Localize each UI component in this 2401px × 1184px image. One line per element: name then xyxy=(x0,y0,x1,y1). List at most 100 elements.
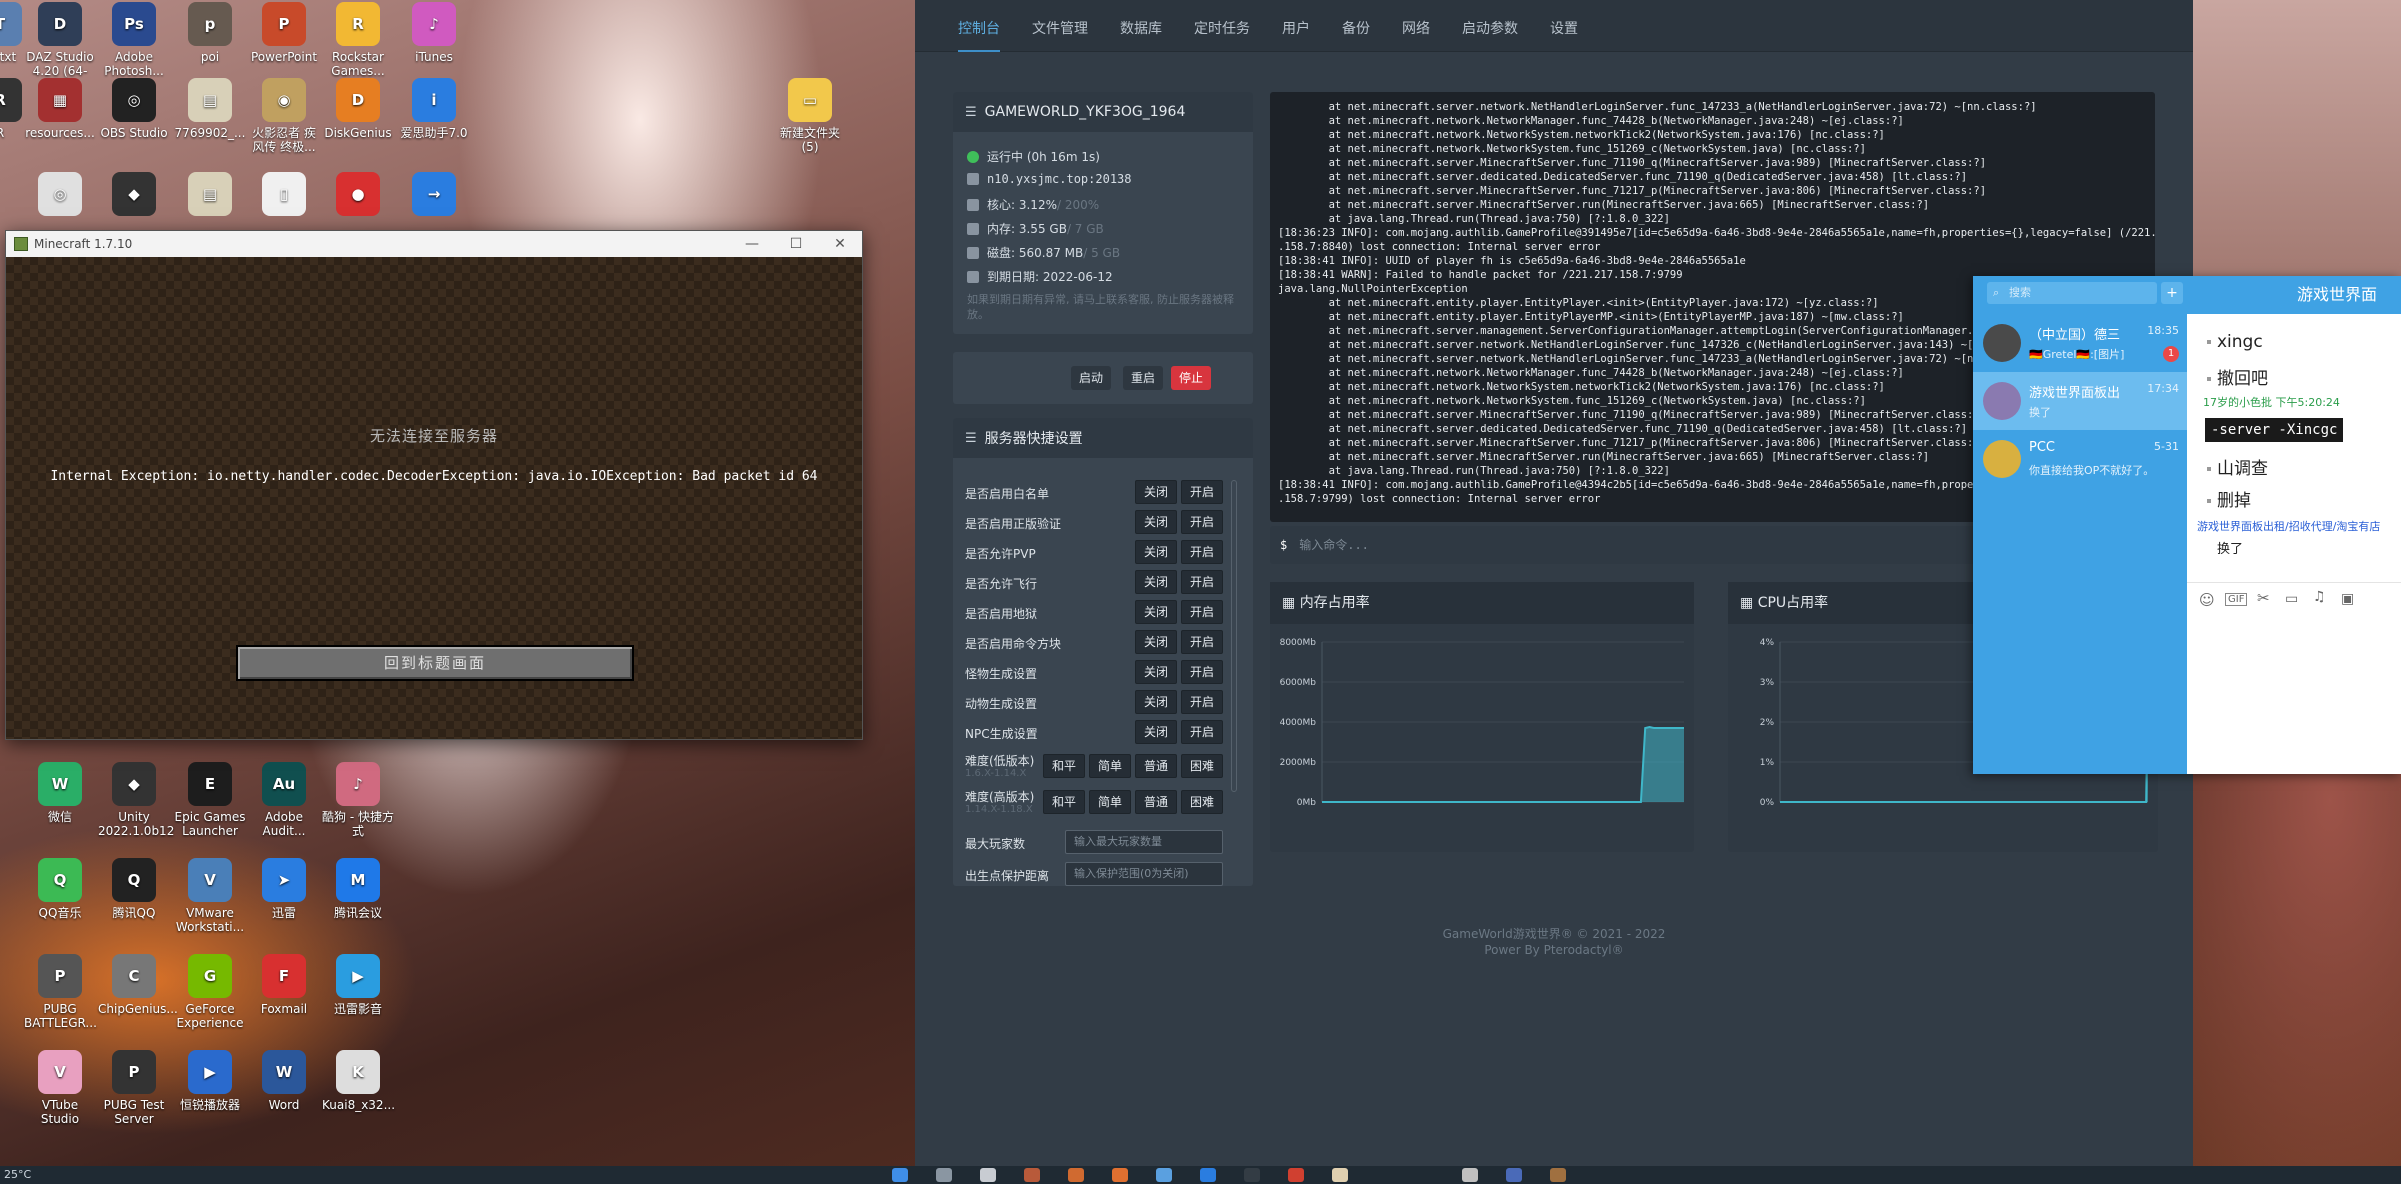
setting-off-button[interactable]: 关闭 xyxy=(1135,570,1177,594)
setting-on-button[interactable]: 开启 xyxy=(1181,540,1223,564)
desktop-icon[interactable]: ◉ 火影忍者 疾风传 终极... xyxy=(248,78,320,154)
setting-off-button[interactable]: 关闭 xyxy=(1135,690,1177,714)
desktop-icon[interactable]: ◆ xyxy=(98,172,170,220)
taskbar-app-icon[interactable] xyxy=(1112,1168,1128,1182)
desktop-icon[interactable]: Au Adobe Audit... xyxy=(248,762,320,838)
desktop-icon[interactable]: P PUBG BATTLEGR... xyxy=(24,954,97,1030)
start-button[interactable]: 启动 xyxy=(1071,366,1112,390)
maximize-icon[interactable]: ☐ xyxy=(774,231,818,257)
desktop-icon[interactable]: W Word xyxy=(248,1050,320,1112)
taskbar-app-icon[interactable] xyxy=(1506,1168,1522,1182)
desktop-icon[interactable]: → xyxy=(398,172,470,220)
taskbar-app-icon[interactable] xyxy=(1550,1168,1566,1182)
desktop-icon[interactable]: p poi xyxy=(174,2,246,64)
desktop-icon[interactable]: R Rockstar Games... xyxy=(322,2,394,78)
desktop-icon[interactable]: ◎ OBS Studio xyxy=(98,78,170,140)
start-icon[interactable] xyxy=(892,1168,908,1182)
taskbar-app-icon[interactable] xyxy=(1068,1168,1084,1182)
back-to-title-button[interactable]: 回到标题画面 xyxy=(236,645,634,681)
desktop-icon[interactable]: Q QQ音乐 xyxy=(24,858,96,920)
taskbar-app-icon[interactable] xyxy=(1462,1168,1478,1182)
gif-icon[interactable]: GIF xyxy=(2225,593,2248,606)
setting-on-button[interactable]: 开启 xyxy=(1181,570,1223,594)
minimize-icon[interactable]: — xyxy=(730,231,774,257)
setting-off-button[interactable]: 关闭 xyxy=(1135,480,1177,504)
difficulty-option-button[interactable]: 简单 xyxy=(1089,790,1131,814)
music-icon[interactable]: ♫ xyxy=(2313,589,2326,605)
difficulty-option-button[interactable]: 普通 xyxy=(1135,790,1177,814)
desktop-icon[interactable]: F Foxmail xyxy=(248,954,320,1016)
desktop-icon[interactable]: ▦ resources... xyxy=(24,78,96,140)
desktop-icon[interactable]: i 爱思助手7.0 xyxy=(398,78,470,140)
setting-off-button[interactable]: 关闭 xyxy=(1135,510,1177,534)
desktop-icon[interactable]: ▤ 7769902_... xyxy=(174,78,246,140)
taskbar-app-icon[interactable] xyxy=(1024,1168,1040,1182)
desktop-icon[interactable]: ▤ xyxy=(174,172,246,220)
desktop-icon[interactable]: D DiskGenius xyxy=(322,78,394,140)
desktop-icon[interactable]: G GeForce Experience xyxy=(174,954,246,1030)
desktop-icon[interactable]: W 微信 xyxy=(24,762,96,824)
nav-tab[interactable]: 备份 xyxy=(1342,0,1370,52)
desktop-icon[interactable]: ♪ 酷狗 - 快捷方式 xyxy=(322,762,394,838)
nav-tab[interactable]: 控制台 xyxy=(958,0,1000,52)
desktop-icon[interactable]: P PUBG Test Server xyxy=(98,1050,170,1126)
setting-on-button[interactable]: 开启 xyxy=(1181,630,1223,654)
desktop-icon[interactable]: ● xyxy=(322,172,394,220)
desktop-icon[interactable]: ▯ xyxy=(248,172,320,220)
nav-tab[interactable]: 设置 xyxy=(1550,0,1578,52)
stop-button[interactable]: 停止 xyxy=(1171,366,1212,390)
difficulty-option-button[interactable]: 和平 xyxy=(1043,790,1085,814)
desktop-icon[interactable]: ◆ Unity 2022.1.0b12 xyxy=(98,762,174,838)
setting-on-button[interactable]: 开启 xyxy=(1181,480,1223,504)
desktop-icon[interactable]: K Kuai8_x32... xyxy=(322,1050,395,1112)
emoji-icon[interactable]: ☺ xyxy=(2199,591,2215,609)
setting-on-button[interactable]: 开启 xyxy=(1181,690,1223,714)
server-address[interactable]: n10.yxsjmc.top:20138 xyxy=(987,172,1132,186)
nav-tab[interactable]: 文件管理 xyxy=(1032,0,1088,52)
desktop-icon[interactable]: V VMware Workstati... xyxy=(174,858,246,934)
difficulty-option-button[interactable]: 普通 xyxy=(1135,754,1177,778)
desktop-icon[interactable]: E Epic Games Launcher xyxy=(174,762,246,838)
taskbar-app-icon[interactable] xyxy=(1288,1168,1304,1182)
desktop-icon[interactable]: ▭ 新建文件夹 (5) xyxy=(774,78,846,154)
restart-button[interactable]: 重启 xyxy=(1123,366,1164,390)
desktop-icon[interactable]: ♪ iTunes xyxy=(398,2,470,64)
desktop-icon[interactable]: M 腾讯会议 xyxy=(322,858,394,920)
image-icon[interactable]: ▣ xyxy=(2341,591,2354,607)
setting-off-button[interactable]: 关闭 xyxy=(1135,720,1177,744)
task-view-icon[interactable] xyxy=(980,1168,996,1182)
nav-tab[interactable]: 用户 xyxy=(1282,0,1310,52)
difficulty-option-button[interactable]: 和平 xyxy=(1043,754,1085,778)
setting-on-button[interactable]: 开启 xyxy=(1181,510,1223,534)
nav-tab[interactable]: 网络 xyxy=(1402,0,1430,52)
scissors-icon[interactable]: ✂ xyxy=(2257,589,2270,607)
desktop-icon[interactable]: ▶ 迅雷影音 xyxy=(322,954,394,1016)
desktop-icon[interactable]: ▶ 恒锐播放器 xyxy=(174,1050,246,1112)
taskbar-app-icon[interactable] xyxy=(1200,1168,1216,1182)
setting-off-button[interactable]: 关闭 xyxy=(1135,660,1177,684)
spawn_protect-input[interactable]: 输入保护范围(0为关闭) xyxy=(1065,862,1223,886)
conversation-item[interactable]: （中立国）德三 🇩🇪Gretel🇩🇪:[图片] 18:35 1 xyxy=(1973,314,2187,372)
setting-off-button[interactable]: 关闭 xyxy=(1135,540,1177,564)
taskbar-app-icon[interactable] xyxy=(1332,1168,1348,1182)
desktop-icon[interactable]: C ChipGenius... xyxy=(98,954,178,1016)
difficulty-option-button[interactable]: 困难 xyxy=(1181,790,1223,814)
setting-off-button[interactable]: 关闭 xyxy=(1135,630,1177,654)
taskbar-app-icon[interactable] xyxy=(1156,1168,1172,1182)
max_players-input[interactable]: 输入最大玩家数量 xyxy=(1065,830,1223,854)
setting-on-button[interactable]: 开启 xyxy=(1181,660,1223,684)
setting-on-button[interactable]: 开启 xyxy=(1181,600,1223,624)
desktop-icon[interactable]: Ps Adobe Photosh... xyxy=(98,2,170,78)
conversation-item[interactable]: 游戏世界面板出 换了 17:34 xyxy=(1973,372,2187,430)
close-icon[interactable]: ✕ xyxy=(818,231,862,257)
nav-tab[interactable]: 启动参数 xyxy=(1462,0,1518,52)
desktop-icon[interactable]: P PowerPoint xyxy=(248,2,320,64)
add-icon[interactable]: + xyxy=(2161,282,2183,304)
nav-tab[interactable]: 数据库 xyxy=(1120,0,1162,52)
desktop-icon[interactable]: Q 腾讯QQ xyxy=(98,858,170,920)
minecraft-titlebar[interactable]: Minecraft 1.7.10 — ☐ ✕ xyxy=(6,231,862,257)
qq-search-input[interactable]: ⌕ 搜索 xyxy=(1987,282,2157,304)
difficulty-option-button[interactable]: 困难 xyxy=(1181,754,1223,778)
desktop-icon[interactable]: V VTube Studio xyxy=(24,1050,96,1126)
conversation-item[interactable]: PCC 你直接给我OP不就好了。 5-31 xyxy=(1973,430,2187,488)
